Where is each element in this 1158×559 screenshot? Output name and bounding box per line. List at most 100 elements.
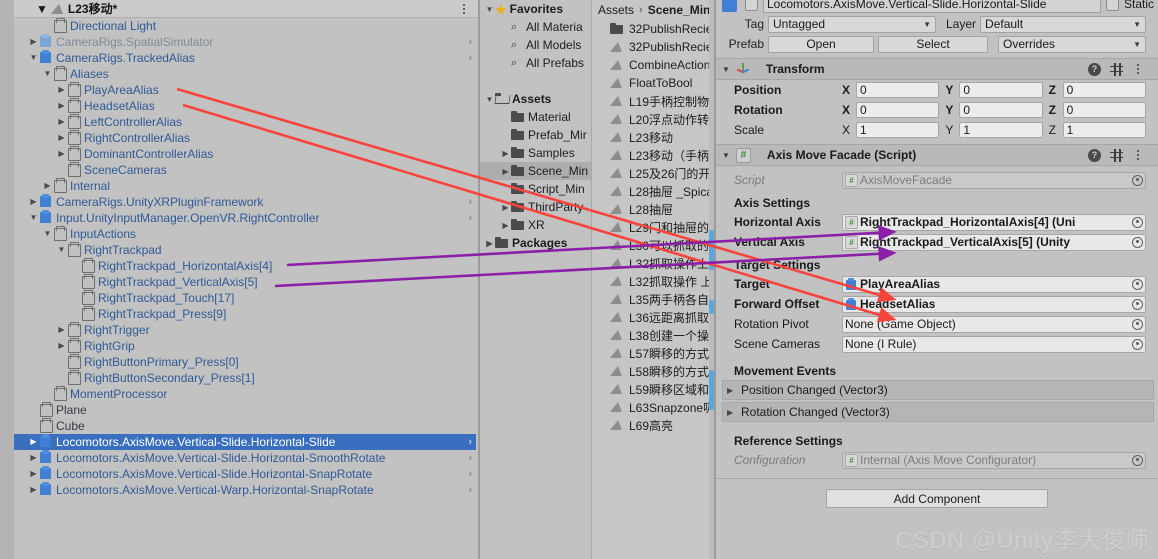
object-active-checkbox[interactable] xyxy=(745,0,758,11)
expand-triangle-closed[interactable]: ▶ xyxy=(28,450,39,466)
kebab-menu-icon[interactable] xyxy=(1132,62,1144,76)
project-tree-row[interactable]: ▶ Samples xyxy=(480,144,591,162)
object-picker-icon[interactable] xyxy=(1132,278,1143,290)
hierarchy-row[interactable]: ▶RightButtonSecondary_Press[1] xyxy=(14,370,476,386)
prefab-overrides-dropdown[interactable]: Overrides ▼ xyxy=(998,35,1146,53)
hierarchy-row[interactable]: ▼ Aliases xyxy=(14,66,476,82)
axis-move-facade-header[interactable]: ▼ # Axis Move Facade (Script) ? xyxy=(716,144,1158,166)
project-asset-item[interactable]: L38创建一个操纵 xyxy=(592,326,714,344)
scene-cameras-object-field[interactable]: None (I Rule) xyxy=(842,335,1146,353)
expand-triangle-closed[interactable]: ▶ xyxy=(28,466,39,482)
project-asset-item[interactable]: L32抓取操作上抛 xyxy=(592,254,714,272)
hierarchy-row[interactable]: ▼ CameraRigs.TrackedAlias › xyxy=(14,50,476,66)
project-scrollbar-thumb-b[interactable] xyxy=(709,300,714,314)
hierarchy-row[interactable]: ▼ InputActions xyxy=(14,226,476,242)
scene-expand-triangle[interactable]: ▼ xyxy=(36,2,48,16)
hierarchy-row[interactable]: ▶ Internal xyxy=(14,178,476,194)
target-object-field[interactable]: PlayAreaAlias xyxy=(842,275,1146,293)
project-tree-row[interactable]: ▶ ThirdParty xyxy=(480,198,591,216)
project-tree-row[interactable]: ▶ Scene_Min xyxy=(480,162,591,180)
hierarchy-row[interactable]: ▶SceneCameras xyxy=(14,162,476,178)
expand-triangle-closed[interactable]: ▶ xyxy=(56,146,67,162)
horizontal-axis-object-field[interactable]: # RightTrackpad_HorizontalAxis[4] (Uni xyxy=(842,213,1146,231)
facade-collapse-triangle[interactable]: ▼ xyxy=(722,151,730,160)
project-asset-item[interactable]: 32PublishRecie xyxy=(592,38,714,56)
project-asset-item[interactable]: L28抽屉 _Spica xyxy=(592,182,714,200)
hierarchy-row[interactable]: ▶ CameraRigs.UnityXRPluginFramework › xyxy=(14,194,476,210)
preset-icon[interactable] xyxy=(1110,148,1123,162)
project-tree-row[interactable]: ▼ ★ Favorites xyxy=(480,0,591,18)
expand-triangle-closed[interactable]: ▶ xyxy=(727,386,741,395)
hierarchy-row[interactable]: ▶RightButtonPrimary_Press[0] xyxy=(14,354,476,370)
hierarchy-row[interactable]: ▶Plane xyxy=(14,402,476,418)
expand-triangle-closed[interactable]: ▶ xyxy=(56,98,67,114)
expand-triangle-closed[interactable]: ▶ xyxy=(28,194,39,210)
project-asset-item[interactable]: L63Snapzone吸 xyxy=(592,398,714,416)
project-tree-row[interactable]: ▶Script_Min xyxy=(480,180,591,198)
project-asset-item[interactable]: L29门和抽屉的正 xyxy=(592,218,714,236)
expand-triangle-open[interactable]: ▼ xyxy=(28,50,39,66)
tag-dropdown[interactable]: Untagged ▼ xyxy=(768,15,936,33)
open-prefab-chevron-icon[interactable]: › xyxy=(468,50,472,66)
project-asset-item[interactable]: L35两手柄各自抓 xyxy=(592,290,714,308)
project-tree-row[interactable]: ▶Prefab_Mir xyxy=(480,126,591,144)
project-asset-item[interactable]: L25及26门的开关 xyxy=(592,164,714,182)
hierarchy-row[interactable]: ▶ RightGrip xyxy=(14,338,476,354)
hierarchy-row[interactable]: ▶MomentProcessor xyxy=(14,386,476,402)
expand-triangle-closed[interactable]: ▶ xyxy=(484,239,495,248)
expand-triangle-open[interactable]: ▼ xyxy=(484,5,495,14)
axis-value-y[interactable]: 1 xyxy=(959,122,1043,138)
project-tree-row[interactable]: ▶ XR xyxy=(480,216,591,234)
hierarchy-row[interactable]: ▶ HeadsetAlias xyxy=(14,98,476,114)
open-prefab-chevron-icon[interactable]: › xyxy=(468,194,472,210)
open-prefab-chevron-icon[interactable]: › xyxy=(468,482,472,498)
project-asset-item[interactable]: L32抓取操作 上抛 xyxy=(592,272,714,290)
project-asset-item[interactable]: 32PublishRecie xyxy=(592,20,714,38)
object-picker-icon[interactable] xyxy=(1132,298,1143,310)
open-prefab-chevron-icon[interactable]: › xyxy=(468,466,472,482)
project-asset-item[interactable]: L58瞬移的方式2 xyxy=(592,362,714,380)
expand-triangle-closed[interactable]: ▶ xyxy=(28,434,39,450)
project-tree-row[interactable]: ▶Material xyxy=(480,108,591,126)
hierarchy-row[interactable]: ▶RightTrackpad_Press[9] xyxy=(14,306,476,322)
expand-triangle-open[interactable]: ▼ xyxy=(56,242,67,258)
hierarchy-row[interactable]: ▶ LeftControllerAlias xyxy=(14,114,476,130)
axis-value-y[interactable]: 0 xyxy=(959,102,1043,118)
project-asset-item[interactable]: FloatToBool xyxy=(592,74,714,92)
open-prefab-chevron-icon[interactable]: › xyxy=(468,434,472,450)
project-asset-item[interactable]: L23移动（手柄控 xyxy=(592,146,714,164)
expand-triangle-closed[interactable]: ▶ xyxy=(56,82,67,98)
axis-value-z[interactable]: 0 xyxy=(1062,82,1146,98)
object-picker-icon[interactable] xyxy=(1132,174,1143,186)
prefab-select-button[interactable]: Select xyxy=(878,35,988,53)
project-tree-row[interactable]: ▶⌕All Models xyxy=(480,36,591,54)
hierarchy-row[interactable]: ▶ Locomotors.AxisMove.Vertical-Warp.Horiz… xyxy=(14,482,476,498)
help-icon[interactable]: ? xyxy=(1088,148,1101,162)
object-picker-icon[interactable] xyxy=(1132,236,1143,248)
hierarchy-row[interactable]: ▶RightTrackpad_VerticalAxis[5] xyxy=(14,274,476,290)
hierarchy-row[interactable]: ▶ DominantControllerAlias xyxy=(14,146,476,162)
kebab-menu-icon[interactable] xyxy=(1132,148,1144,162)
static-checkbox[interactable] xyxy=(1105,0,1119,11)
expand-triangle-open[interactable]: ▼ xyxy=(28,210,39,226)
hierarchy-row[interactable]: ▼ Input.UnityInputManager.OpenVR.RightCon… xyxy=(14,210,476,226)
forward-offset-object-field[interactable]: HeadsetAlias xyxy=(842,295,1146,313)
expand-triangle-closed[interactable]: ▶ xyxy=(500,149,511,158)
hierarchy-kebab-menu-icon[interactable] xyxy=(458,2,470,16)
project-asset-item[interactable]: L19手柄控制物体 xyxy=(592,92,714,110)
scene-root-row[interactable]: ▼ L23移动* xyxy=(14,0,478,17)
expand-triangle-closed[interactable]: ▶ xyxy=(56,338,67,354)
expand-triangle-closed[interactable]: ▶ xyxy=(28,34,39,50)
hierarchy-row[interactable]: ▶ RightControllerAlias xyxy=(14,130,476,146)
expand-triangle-closed[interactable]: ▶ xyxy=(56,322,67,338)
preset-icon[interactable] xyxy=(1110,62,1123,76)
expand-triangle-closed[interactable]: ▶ xyxy=(500,203,511,212)
project-tree-row[interactable]: ▶⌕All Prefabs xyxy=(480,54,591,72)
breadcrumb-current[interactable]: Scene_Min xyxy=(648,3,711,17)
project-asset-item[interactable]: L30可以抓取的物 xyxy=(592,236,714,254)
transform-component-header[interactable]: ▼ Transform ? xyxy=(716,58,1158,80)
axis-value-x[interactable]: 0 xyxy=(856,102,940,118)
expand-triangle-closed[interactable]: ▶ xyxy=(42,178,53,194)
project-asset-item[interactable]: L20浮点动作转换 xyxy=(592,110,714,128)
object-picker-icon[interactable] xyxy=(1132,338,1143,350)
